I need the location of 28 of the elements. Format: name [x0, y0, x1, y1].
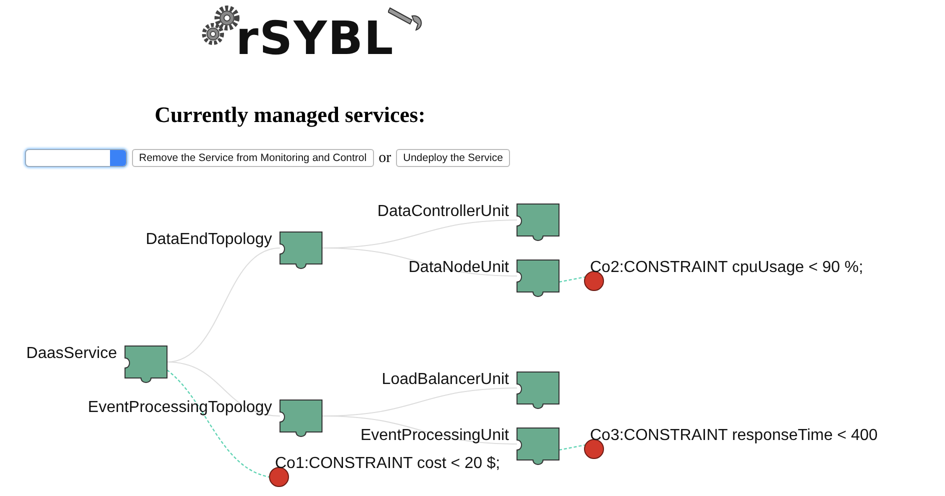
constraint-label: Co3:CONSTRAINT responseTime < 400	[590, 427, 878, 444]
component-node[interactable]	[516, 428, 560, 465]
node-label: DataEndTopology	[146, 231, 272, 248]
component-node[interactable]	[280, 232, 322, 269]
remove-service-button[interactable]: Remove the Service from Monitoring and Control	[132, 149, 374, 167]
constraint-marker[interactable]	[584, 271, 604, 291]
node-label: EventProcessingUnit	[360, 427, 509, 444]
logo-text: rSYBL	[236, 10, 394, 66]
component-node[interactable]	[516, 260, 560, 297]
component-node[interactable]	[280, 400, 322, 437]
component-node[interactable]	[124, 346, 168, 383]
or-text: or	[378, 150, 392, 166]
node-label: DataControllerUnit	[377, 203, 509, 220]
constraint-label: Co2:CONSTRAINT cpuUsage < 90 %;	[590, 259, 864, 276]
constraint-link	[558, 276, 586, 283]
constraint-label: Co1:CONSTRAINT cost < 20 $;	[275, 455, 500, 472]
node-label: DataNodeUnit	[408, 259, 509, 276]
service-select[interactable]	[25, 149, 127, 167]
undeploy-button[interactable]: Undeploy the Service	[396, 149, 510, 167]
constraint-marker[interactable]	[269, 467, 289, 487]
node-label: LoadBalancerUnit	[382, 371, 509, 388]
constraint-marker[interactable]	[584, 439, 604, 459]
page-title: Currently managed services:	[154, 102, 426, 128]
component-node[interactable]	[516, 204, 560, 241]
node-label: DaasService	[26, 345, 117, 362]
constraint-link	[558, 444, 586, 451]
node-label: EventProcessingTopology	[88, 399, 272, 416]
component-node[interactable]	[516, 372, 560, 409]
